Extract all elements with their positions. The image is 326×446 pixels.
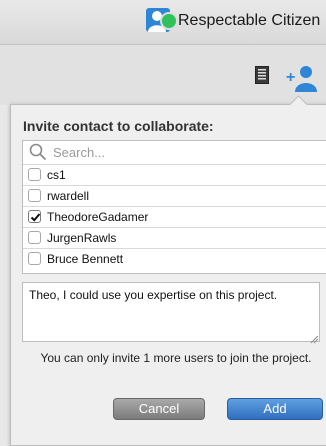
toolbar bbox=[0, 45, 326, 105]
contact-list: cs1 rwardell TheodoreGadamer JurgenRawls… bbox=[22, 140, 326, 274]
resize-handle-icon[interactable] bbox=[309, 331, 319, 344]
contact-name: TheodoreGadamer bbox=[47, 210, 149, 224]
invite-message-field[interactable]: Theo, I could use you expertise on this … bbox=[22, 282, 320, 342]
contact-row[interactable]: rwardell bbox=[23, 186, 326, 207]
search-input[interactable] bbox=[53, 142, 313, 162]
contact-row[interactable]: JurgenRawls bbox=[23, 228, 326, 249]
online-status-icon bbox=[160, 12, 178, 30]
search-icon bbox=[29, 143, 47, 161]
contact-row[interactable]: TheodoreGadamer bbox=[23, 207, 326, 228]
top-bar: Respectable Citizen bbox=[0, 0, 326, 45]
contact-checkbox[interactable] bbox=[28, 168, 41, 181]
contact-row[interactable]: cs1 bbox=[23, 165, 326, 186]
invite-title: Invite contact to collaborate: bbox=[23, 118, 214, 134]
contact-name: rwardell bbox=[47, 189, 90, 203]
cancel-button[interactable]: Cancel bbox=[113, 398, 205, 420]
add-user-icon[interactable]: + bbox=[286, 64, 318, 92]
contact-checkbox[interactable] bbox=[28, 231, 41, 244]
contact-name: cs1 bbox=[47, 168, 66, 182]
add-button[interactable]: Add bbox=[227, 398, 323, 420]
contact-name: Bruce Bennett bbox=[47, 252, 124, 266]
contact-row[interactable]: Bruce Bennett bbox=[23, 249, 326, 270]
contact-checkbox[interactable] bbox=[28, 210, 41, 223]
contact-name: JurgenRawls bbox=[47, 231, 117, 245]
checkmark-icon bbox=[30, 213, 41, 222]
user-name[interactable]: Respectable Citizen bbox=[178, 12, 320, 30]
search-row bbox=[23, 141, 326, 165]
invite-limit-note: You can only invite 1 more users to join… bbox=[40, 351, 312, 365]
contact-checkbox[interactable] bbox=[28, 189, 41, 202]
svg-text:+: + bbox=[286, 69, 295, 86]
document-icon[interactable] bbox=[255, 66, 269, 84]
contact-checkbox[interactable] bbox=[28, 252, 41, 265]
user-icon[interactable] bbox=[146, 8, 178, 32]
